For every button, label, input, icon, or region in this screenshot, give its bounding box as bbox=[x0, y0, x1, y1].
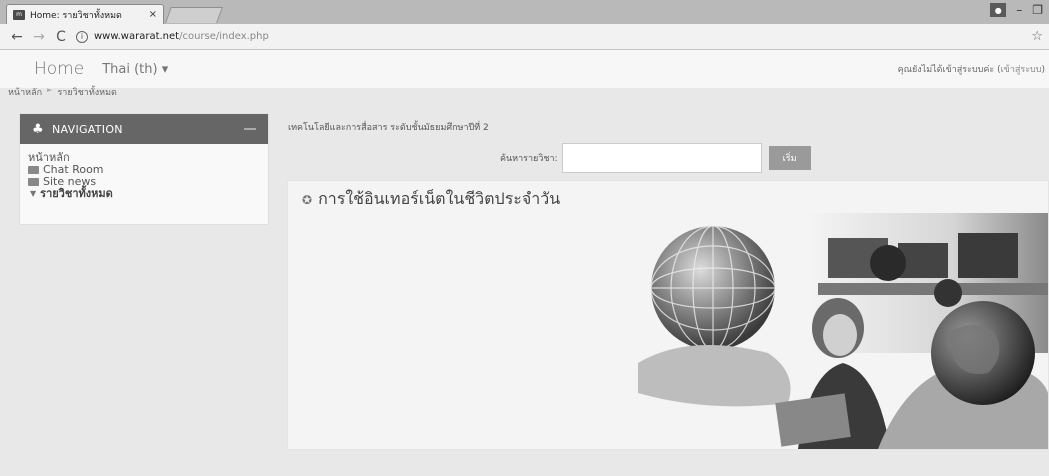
login-info: คุณยังไม่ได้เข้าสู่ระบบค่ะ (เข้าสู่ระบบ) bbox=[898, 62, 1045, 76]
breadcrumb-home[interactable]: หน้าหลัก bbox=[8, 85, 42, 99]
browser-tab[interactable]: m Home: รายวิชาทั้งหมด × bbox=[6, 4, 164, 24]
address-bar[interactable]: i www.wararat.net /course/index.php bbox=[76, 27, 1031, 47]
course-title[interactable]: ✪ การใช้อินเทอร์เน็ตในชีวิตประจำวัน bbox=[302, 187, 560, 212]
site-home-link[interactable]: Home bbox=[34, 59, 84, 79]
navigation-title: NAVIGATION bbox=[51, 122, 123, 136]
tab-title: Home: รายวิชาทั้งหมด bbox=[30, 10, 122, 21]
profile-icon[interactable]: ● bbox=[990, 3, 1007, 17]
course-box: ✪ การใช้อินเทอร์เน็ตในชีวิตประจำวัน bbox=[287, 180, 1049, 450]
window-controls: ● – ❐ bbox=[990, 3, 1043, 17]
login-link[interactable]: เข้าสู่ระบบ bbox=[1001, 65, 1042, 75]
nav-item-all-courses[interactable]: ▼ รายวิชาทั้งหมด bbox=[28, 188, 260, 200]
browser-tabstrip: m Home: รายวิชาทั้งหมด × ● – ❐ bbox=[0, 0, 1049, 24]
sitemap-icon: ♣ bbox=[32, 121, 44, 137]
url-host: www.wararat.net bbox=[94, 31, 180, 42]
search-label: ค้นหารายวิชา: bbox=[500, 154, 558, 164]
tab-close-icon[interactable]: × bbox=[149, 9, 157, 20]
folder-icon bbox=[28, 178, 39, 186]
info-icon[interactable]: i bbox=[76, 30, 88, 43]
restore-button[interactable]: ❐ bbox=[1032, 3, 1043, 17]
breadcrumb-separator-icon: ► bbox=[47, 86, 53, 94]
course-title-text: การใช้อินเทอร์เน็ตในชีวิตประจำวัน bbox=[318, 189, 561, 208]
login-status-close: ) bbox=[1041, 65, 1045, 75]
breadcrumb-current[interactable]: รายวิชาทั้งหมด bbox=[57, 85, 116, 99]
course-icon: ✪ bbox=[302, 192, 313, 207]
expand-triangle-icon: ▼ bbox=[30, 189, 37, 198]
forward-button[interactable]: → bbox=[28, 29, 50, 45]
new-tab-button[interactable] bbox=[165, 7, 223, 23]
navigation-block: ♣ NAVIGATION หน้าหลัก Chat Room Site new… bbox=[19, 113, 269, 225]
breadcrumb: หน้าหลัก ► รายวิชาทั้งหมด bbox=[8, 85, 117, 99]
login-status-text: คุณยังไม่ได้เข้าสู่ระบบค่ะ ( bbox=[897, 65, 1001, 75]
site-header: Home Thai (th) ▾ คุณยังไม่ได้เข้าสู่ระบบ… bbox=[0, 50, 1049, 88]
navigation-list: หน้าหลัก Chat Room Site news ▼ รายวิชาทั… bbox=[20, 144, 268, 208]
nav-item-all-courses-label: รายวิชาทั้งหมด bbox=[40, 187, 113, 200]
search-input[interactable] bbox=[561, 143, 762, 173]
course-image bbox=[638, 213, 1048, 449]
moodle-favicon-icon: m bbox=[13, 9, 25, 20]
minimize-button[interactable]: – bbox=[1016, 3, 1022, 17]
browser-toolbar: ← → C i www.wararat.net /course/index.ph… bbox=[0, 24, 1049, 50]
url-path: /course/index.php bbox=[179, 31, 269, 42]
collapse-icon[interactable] bbox=[244, 128, 256, 130]
category-caption: เทคโนโลยีและการสื่อสาร ระดับชั้นมัธยมศึก… bbox=[288, 123, 489, 133]
folder-icon bbox=[28, 166, 39, 174]
navigation-header[interactable]: ♣ NAVIGATION bbox=[20, 114, 268, 144]
bookmark-star-icon[interactable]: ☆ bbox=[1031, 29, 1043, 44]
back-button[interactable]: ← bbox=[6, 29, 28, 45]
course-search: ค้นหารายวิชา: เริ่ม bbox=[500, 143, 811, 173]
reload-button[interactable]: C bbox=[50, 29, 72, 45]
search-button[interactable]: เริ่ม bbox=[768, 146, 811, 170]
language-menu[interactable]: Thai (th) ▾ bbox=[102, 62, 168, 77]
